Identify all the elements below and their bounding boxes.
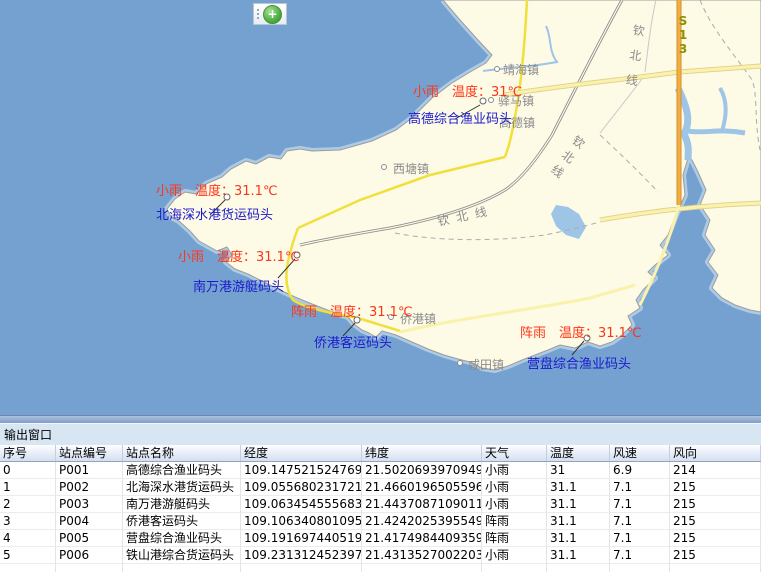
cell-weather: 小雨 [482, 479, 547, 496]
cell-station-id: P005 [56, 530, 123, 547]
cell-latitude: 21.4437087109011 [362, 496, 482, 513]
table-header-row: 序号 站点编号 站点名称 经度 纬度 天气 温度 风速 风向 [0, 445, 761, 462]
cell-wind-speed: 7.1 [610, 547, 670, 564]
col-header[interactable]: 站点编号 [56, 445, 123, 461]
col-header[interactable]: 经度 [241, 445, 362, 461]
col-header[interactable]: 风向 [670, 445, 761, 461]
cell-temperature: 31.1 [547, 479, 610, 496]
cell-station-id: P006 [56, 547, 123, 564]
river [688, 131, 745, 133]
table-row[interactable]: 1 P002 北海深水港货运码头 109.055680231721 21.466… [0, 479, 761, 496]
cell-station-name: 侨港客运码头 [123, 513, 241, 530]
cell-wind-speed: 7.1 [610, 479, 670, 496]
table-empty-row [0, 564, 761, 572]
col-header[interactable]: 纬度 [362, 445, 482, 461]
cell-wind-direction: 215 [670, 530, 761, 547]
gis-application-window: S13 钦北线 钦北线 钦北线 靖海镇 驿马镇 高德镇 西塘镇 侨港镇 咸田镇 … [0, 0, 761, 572]
cell-wind-speed: 7.1 [610, 530, 670, 547]
col-header[interactable]: 序号 [0, 445, 56, 461]
station-marker[interactable] [294, 252, 300, 258]
cell-station-name: 南万港游艇码头 [123, 496, 241, 513]
cell-index: 5 [0, 547, 56, 564]
output-window-title: 输出窗口 [0, 423, 761, 445]
cell-index: 1 [0, 479, 56, 496]
cell-wind-direction: 215 [670, 547, 761, 564]
cell-station-name: 高德综合渔业码头 [123, 462, 241, 479]
cell-wind-direction: 215 [670, 513, 761, 530]
cell-temperature: 31.1 [547, 530, 610, 547]
col-header[interactable]: 站点名称 [123, 445, 241, 461]
map-viewport[interactable]: S13 钦北线 钦北线 钦北线 靖海镇 驿马镇 高德镇 西塘镇 侨港镇 咸田镇 … [0, 0, 761, 415]
cell-weather: 小雨 [482, 496, 547, 513]
cell-station-name: 营盘综合渔业码头 [123, 530, 241, 547]
cell-longitude: 109.231312452397 [241, 547, 362, 564]
cell-longitude: 109.106340801095 [241, 513, 362, 530]
cell-wind-speed: 6.9 [610, 462, 670, 479]
table-row[interactable]: 2 P003 南万港游艇码头 109.063454555683 21.44370… [0, 496, 761, 513]
toolbar-grip-handle[interactable] [257, 9, 259, 19]
cell-longitude: 109.147521524769 [241, 462, 362, 479]
col-header[interactable]: 温度 [547, 445, 610, 461]
cell-weather: 阵雨 [482, 513, 547, 530]
cell-latitude: 21.4174984409359 [362, 530, 482, 547]
cell-latitude: 21.4660196505596 [362, 479, 482, 496]
cell-wind-speed: 7.1 [610, 496, 670, 513]
map-toolbar[interactable]: + [253, 3, 287, 25]
cell-station-id: P004 [56, 513, 123, 530]
cell-longitude: 109.191697440519 [241, 530, 362, 547]
table-row[interactable]: 3 P004 侨港客运码头 109.106340801095 21.424202… [0, 513, 761, 530]
cell-temperature: 31.1 [547, 547, 610, 564]
cell-wind-speed: 7.1 [610, 513, 670, 530]
cell-temperature: 31.1 [547, 513, 610, 530]
col-header[interactable]: 风速 [610, 445, 670, 461]
cell-index: 0 [0, 462, 56, 479]
cell-temperature: 31.1 [547, 496, 610, 513]
panel-splitter[interactable] [0, 415, 761, 423]
col-header[interactable]: 天气 [482, 445, 547, 461]
cell-latitude: 21.4313527002203 [362, 547, 482, 564]
cell-station-id: P002 [56, 479, 123, 496]
cell-wind-direction: 214 [670, 462, 761, 479]
station-marker[interactable] [224, 194, 230, 200]
cell-weather: 阵雨 [482, 530, 547, 547]
table-row[interactable]: 4 P005 营盘综合渔业码头 109.191697440519 21.4174… [0, 530, 761, 547]
table-row[interactable]: 0 P001 高德综合渔业码头 109.147521524769 21.5020… [0, 462, 761, 479]
cell-weather: 小雨 [482, 462, 547, 479]
table-row[interactable]: 5 P006 铁山港综合货运码头 109.231312452397 21.431… [0, 547, 761, 564]
cell-longitude: 109.063454555683 [241, 496, 362, 513]
station-marker[interactable] [584, 335, 590, 341]
cell-weather: 小雨 [482, 547, 547, 564]
cell-station-id: P003 [56, 496, 123, 513]
cell-latitude: 21.5020693970949 [362, 462, 482, 479]
cell-temperature: 31 [547, 462, 610, 479]
cell-station-id: P001 [56, 462, 123, 479]
station-marker[interactable] [480, 98, 486, 104]
cell-longitude: 109.055680231721 [241, 479, 362, 496]
cell-station-name: 铁山港综合货运码头 [123, 547, 241, 564]
cell-wind-direction: 215 [670, 496, 761, 513]
cell-wind-direction: 215 [670, 479, 761, 496]
cell-index: 4 [0, 530, 56, 547]
add-circle-icon[interactable]: + [263, 5, 282, 24]
cell-index: 2 [0, 496, 56, 513]
cell-station-name: 北海深水港货运码头 [123, 479, 241, 496]
cell-index: 3 [0, 513, 56, 530]
cell-latitude: 21.4242025395549 [362, 513, 482, 530]
map-canvas[interactable] [0, 0, 761, 415]
stations-table: 序号 站点编号 站点名称 经度 纬度 天气 温度 风速 风向 0 P001 高德… [0, 445, 761, 572]
station-marker[interactable] [354, 317, 360, 323]
